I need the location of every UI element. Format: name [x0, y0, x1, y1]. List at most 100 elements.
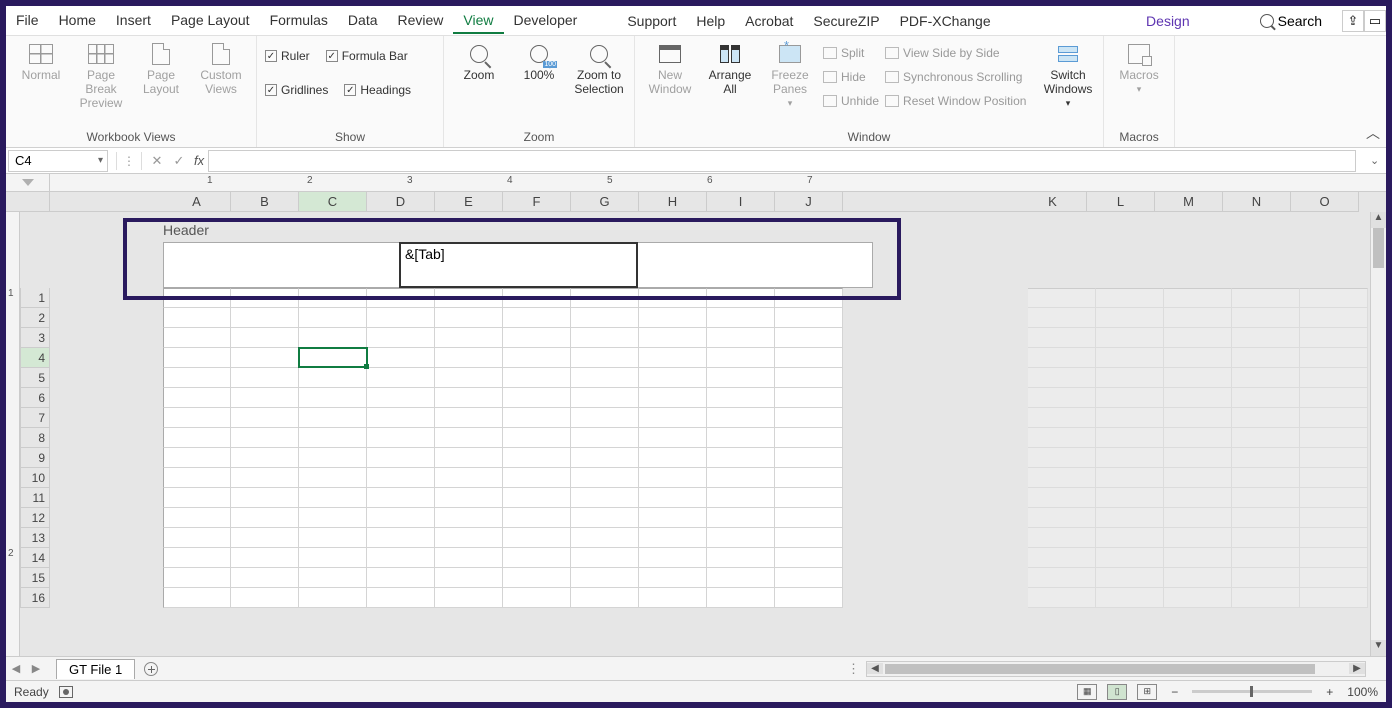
horizontal-scrollbar[interactable]: ◀ ▶ — [866, 661, 1366, 677]
column-header[interactable]: L — [1087, 192, 1155, 212]
cell[interactable] — [571, 388, 639, 408]
page-break-preview-button[interactable]: Page Break Preview — [74, 40, 128, 110]
cell[interactable] — [1300, 428, 1368, 448]
cell[interactable] — [1164, 448, 1232, 468]
column-header[interactable]: A — [163, 192, 231, 212]
cell[interactable] — [571, 488, 639, 508]
zoom-out-button[interactable]: − — [1167, 685, 1182, 699]
cell[interactable] — [503, 528, 571, 548]
cell[interactable] — [299, 408, 367, 428]
cell[interactable] — [1028, 408, 1096, 428]
cell[interactable] — [1096, 368, 1164, 388]
row-header[interactable]: 2 — [20, 308, 50, 328]
cell[interactable] — [1164, 328, 1232, 348]
cell[interactable] — [775, 308, 843, 328]
cell[interactable] — [1300, 548, 1368, 568]
cell[interactable] — [299, 348, 367, 368]
cell[interactable] — [1096, 588, 1164, 608]
cell[interactable] — [639, 448, 707, 468]
cell[interactable] — [1300, 368, 1368, 388]
cell[interactable] — [571, 448, 639, 468]
cell-grid-page1[interactable] — [163, 288, 843, 608]
cell[interactable] — [639, 328, 707, 348]
cell[interactable] — [1028, 328, 1096, 348]
cell[interactable] — [1300, 588, 1368, 608]
cell[interactable] — [571, 288, 639, 308]
cell[interactable] — [435, 588, 503, 608]
normal-view-button[interactable]: Normal — [14, 40, 68, 82]
cell[interactable] — [367, 548, 435, 568]
cell[interactable] — [163, 428, 231, 448]
menu-developer[interactable]: Developer — [504, 8, 588, 34]
menu-review[interactable]: Review — [388, 8, 454, 34]
cell[interactable] — [163, 288, 231, 308]
cell[interactable] — [1232, 288, 1300, 308]
cell[interactable] — [1164, 288, 1232, 308]
row-header[interactable]: 14 — [20, 548, 50, 568]
cell[interactable] — [435, 468, 503, 488]
cell[interactable] — [163, 308, 231, 328]
cell[interactable] — [503, 308, 571, 328]
cell[interactable] — [1300, 468, 1368, 488]
cell[interactable] — [1096, 408, 1164, 428]
cell[interactable] — [231, 488, 299, 508]
cell[interactable] — [775, 388, 843, 408]
menu-pdf-xchange[interactable]: PDF-XChange — [890, 9, 1001, 33]
cell[interactable] — [775, 408, 843, 428]
view-page-layout-button[interactable]: ▯ — [1107, 684, 1127, 700]
cell[interactable] — [1028, 308, 1096, 328]
cell[interactable] — [299, 488, 367, 508]
tabs-menu[interactable]: ⋮ — [841, 661, 866, 677]
column-header[interactable]: O — [1291, 192, 1359, 212]
menu-data[interactable]: Data — [338, 8, 388, 34]
cell[interactable] — [1232, 348, 1300, 368]
accept-formula-button[interactable]: ✓ — [168, 153, 190, 169]
vertical-scrollbar[interactable]: ▲ ▼ — [1370, 212, 1386, 656]
cell[interactable] — [639, 388, 707, 408]
cell[interactable] — [299, 588, 367, 608]
column-header[interactable]: J — [775, 192, 843, 212]
cell[interactable] — [231, 548, 299, 568]
cell[interactable] — [1300, 388, 1368, 408]
cell[interactable] — [639, 308, 707, 328]
cell[interactable] — [299, 368, 367, 388]
cell[interactable] — [1232, 328, 1300, 348]
cell[interactable] — [571, 428, 639, 448]
cell[interactable] — [775, 468, 843, 488]
cell[interactable] — [163, 568, 231, 588]
cell[interactable] — [1232, 488, 1300, 508]
cell[interactable] — [435, 408, 503, 428]
headings-checkbox[interactable]: ✓Headings — [344, 80, 411, 100]
row-header[interactable]: 16 — [20, 588, 50, 608]
cell[interactable] — [775, 588, 843, 608]
scroll-down-button[interactable]: ▼ — [1371, 640, 1386, 656]
cell[interactable] — [163, 388, 231, 408]
cell[interactable] — [1096, 348, 1164, 368]
cell[interactable] — [163, 328, 231, 348]
cell[interactable] — [1300, 488, 1368, 508]
cell[interactable] — [571, 508, 639, 528]
zoom-in-button[interactable]: + — [1322, 685, 1337, 699]
cell[interactable] — [1028, 508, 1096, 528]
cell[interactable] — [367, 328, 435, 348]
cell[interactable] — [775, 288, 843, 308]
cell[interactable] — [1232, 508, 1300, 528]
cell[interactable] — [775, 508, 843, 528]
cell[interactable] — [367, 308, 435, 328]
cell[interactable] — [775, 568, 843, 588]
cell[interactable] — [571, 548, 639, 568]
macro-record-icon[interactable] — [59, 686, 73, 698]
cell[interactable] — [639, 588, 707, 608]
cell[interactable] — [707, 348, 775, 368]
view-page-break-button[interactable]: ⊞ — [1137, 684, 1157, 700]
cell[interactable] — [1164, 388, 1232, 408]
share-button[interactable]: ⇪ — [1342, 10, 1364, 32]
cell[interactable] — [775, 528, 843, 548]
cell[interactable] — [503, 388, 571, 408]
cell[interactable] — [1300, 308, 1368, 328]
cell[interactable] — [299, 548, 367, 568]
cell[interactable] — [1164, 368, 1232, 388]
column-header[interactable]: E — [435, 192, 503, 212]
cell[interactable] — [299, 568, 367, 588]
cell[interactable] — [1028, 388, 1096, 408]
